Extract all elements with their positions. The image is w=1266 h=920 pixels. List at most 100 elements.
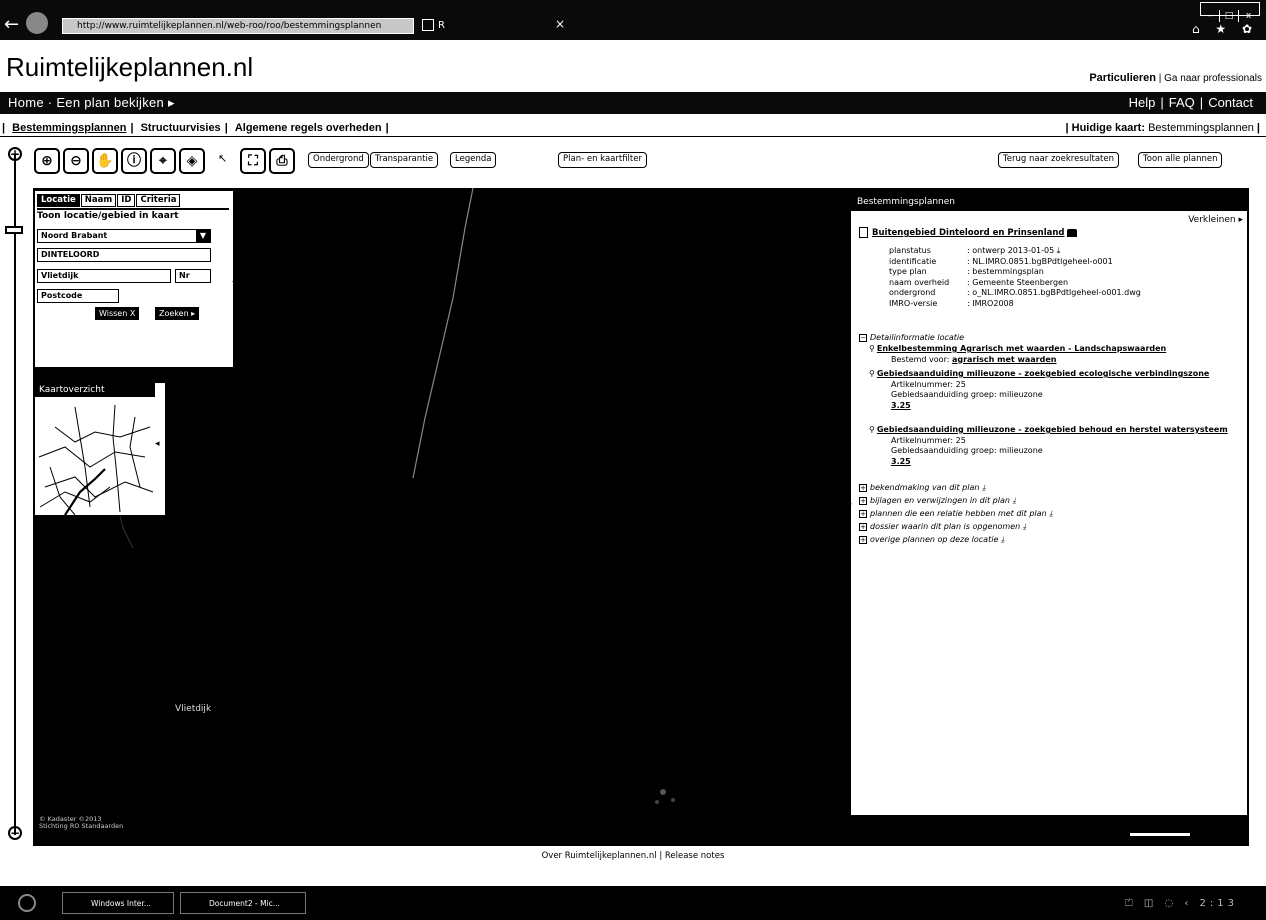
province-select[interactable]: Noord Brabant ▼ <box>37 229 211 243</box>
show-all-plans-button[interactable]: Toon alle plannen <box>1138 152 1223 168</box>
faq-link[interactable]: FAQ <box>1164 95 1200 110</box>
list-item[interactable]: + plannen die een relatie hebben met dit … <box>859 507 1053 520</box>
overview-map[interactable]: Kaartoverzicht ◂ <box>34 382 166 516</box>
zoom-slider-handle[interactable] <box>5 226 23 234</box>
tab-structuurvisies[interactable]: Structuurvisies <box>137 122 225 134</box>
prop-key: IMRO-versie <box>889 298 938 308</box>
section-link[interactable]: 3.25 <box>891 401 911 410</box>
list-item[interactable]: + bekendmaking van dit plan ⤓ <box>859 481 1053 494</box>
pan-hand-icon[interactable]: ✋ <box>92 148 118 174</box>
address-bar[interactable]: http://www.ruimtelijkeplannen.nl/web-roo… <box>62 18 414 34</box>
prop-row: IMRO-versie : IMRO2008 <box>889 299 1141 310</box>
plan-title[interactable]: Buitengebied Dinteloord en Prinsenland <box>872 228 1064 238</box>
zoom-in-icon[interactable]: ⊕ <box>34 148 60 174</box>
prop-row: ondergrond: o_NL.IMRO.0851.bgBPdtlgeheel… <box>889 288 1141 299</box>
measure-icon[interactable]: ⌖ <box>150 148 176 174</box>
search-tabs: Locatie Naam ID Criteria <box>37 194 181 207</box>
tab-criteria[interactable]: Criteria <box>136 194 181 207</box>
maximize-icon[interactable]: □ <box>1220 10 1239 22</box>
page-footer[interactable]: Over Ruimtelijkeplannen.nl | Release not… <box>0 851 1266 861</box>
prop-row: naam overheid: Gemeente Steenbergen <box>889 278 1141 289</box>
list-item-label[interactable]: plannen die een relatie hebben met dit p… <box>870 509 1053 518</box>
postcode-input[interactable]: Postcode <box>37 289 119 303</box>
transparantie-button[interactable]: Transparantie <box>370 152 439 168</box>
collapse-arrow-icon[interactable]: ◂ <box>232 277 237 287</box>
zoom-out-icon[interactable]: ⊖ <box>63 148 89 174</box>
minimize-icon[interactable]: – <box>1201 10 1220 22</box>
list-item[interactable]: + dossier waarin dit plan is opgenomen ⤓ <box>859 520 1053 533</box>
expand-icon[interactable]: + <box>859 484 867 492</box>
prop-row: type plan: bestemmingsplan <box>889 267 1141 278</box>
search-button[interactable]: Zoeken ▸ <box>155 307 200 320</box>
prop-key: naam overheid <box>889 277 950 287</box>
breadcrumb[interactable]: Home · Een plan bekijken ▸ <box>8 92 175 114</box>
tab-naam[interactable]: Naam <box>80 194 117 207</box>
close-window-icon[interactable]: x <box>1239 10 1258 22</box>
clear-button[interactable]: Wissen X <box>95 307 140 320</box>
list-item[interactable]: + bijlagen en verwijzingen in dit plan ⤓ <box>859 494 1053 507</box>
system-tray[interactable]: ⏍ ◫ ◌ ‹ 2:13 <box>1125 898 1238 909</box>
cursor-icon[interactable]: ↖ <box>218 152 227 165</box>
section-line: Artikelnummer: 25 <box>891 379 966 389</box>
map-place-label: Vlietdijk <box>175 704 212 714</box>
collapse-icon[interactable]: − <box>859 334 867 342</box>
list-item-label[interactable]: dossier waarin dit plan is opgenomen ⤓ <box>870 522 1026 531</box>
overview-collapse-icon[interactable]: ◂ <box>155 439 160 449</box>
zoom-minus-icon[interactable]: − <box>8 826 22 840</box>
plan-kaartfilter-button[interactable]: Plan- en kaartfilter <box>558 152 647 168</box>
section-title[interactable]: Gebiedsaanduiding milieuzone - zoekgebie… <box>877 369 1209 378</box>
shrink-panel-link[interactable]: Verkleinen ▸ <box>1188 215 1243 225</box>
section-title[interactable]: Enkelbestemming Agrarisch met waarden - … <box>877 344 1166 353</box>
browser-tab[interactable]: R <box>418 18 568 34</box>
browser-toolbar: ← http://www.ruimtelijkeplannen.nl/web-r… <box>0 0 1266 40</box>
fullscreen-icon[interactable]: ⛶ <box>240 148 266 174</box>
section-enkelbestemming: ⚲ Enkelbestemming Agrarisch met waarden -… <box>869 344 1166 365</box>
number-input[interactable]: Nr <box>175 269 211 283</box>
site-title[interactable]: Ruimtelijkeplannen.nl <box>6 52 253 83</box>
street-input[interactable]: Vlietdijk <box>37 269 171 283</box>
list-item-label[interactable]: bekendmaking van dit plan ⤓ <box>870 483 986 492</box>
tab-locatie[interactable]: Locatie <box>37 194 80 207</box>
tab-id[interactable]: ID <box>117 194 136 207</box>
zoom-slider-track[interactable] <box>14 155 16 835</box>
expand-icon[interactable]: + <box>859 536 867 544</box>
taskbar-item-word[interactable]: Document2 - Mic... <box>180 892 306 914</box>
legenda-button[interactable]: Legenda <box>450 152 497 168</box>
tab-close-icon[interactable]: × <box>555 17 565 31</box>
plan-title-link[interactable]: Buitengebied Dinteloord en Prinsenland <box>859 227 1078 238</box>
tab-bestemmingsplannen[interactable]: Bestemmingsplannen <box>8 122 130 134</box>
list-item[interactable]: + overige plannen op deze locatie ⤓ <box>859 533 1053 546</box>
section-gebiedsaanduiding-2: ⚲ Gebiedsaanduiding milieuzone - zoekgebi… <box>869 425 1228 467</box>
info-icon[interactable]: ⓘ <box>121 148 147 174</box>
taskbar-item-ie[interactable]: Windows Inter... <box>62 892 174 914</box>
list-item-label[interactable]: bijlagen en verwijzingen in dit plan ⤓ <box>870 496 1016 505</box>
back-to-results-button[interactable]: Terug naar zoekresultaten <box>998 152 1119 168</box>
place-input[interactable]: DINTELOORD <box>37 248 211 262</box>
expand-icon[interactable]: + <box>859 497 867 505</box>
expand-icon[interactable]: + <box>859 523 867 531</box>
info-collapse-icon[interactable]: ▸ <box>848 499 852 508</box>
ondergrond-button[interactable]: Ondergrond <box>308 152 369 168</box>
detail-section-toggle[interactable]: − Detailinformatie locatie <box>859 333 964 342</box>
zoom-plus-icon[interactable]: + <box>8 147 22 161</box>
tab-algemene-regels[interactable]: Algemene regels overheden <box>231 122 386 134</box>
expand-icon[interactable]: + <box>859 510 867 518</box>
home-favorites-settings-icons[interactable]: ⌂ ★ ✿ <box>1192 22 1258 36</box>
browser-logo-icon <box>26 12 48 34</box>
help-link[interactable]: Help <box>1124 95 1161 110</box>
current-map-value: Bestemmingsplannen <box>1148 122 1254 134</box>
section-link[interactable]: agrarisch met waarden <box>952 355 1057 364</box>
prop-value: : IMRO2008 <box>967 298 1014 308</box>
start-button-icon[interactable] <box>18 894 36 912</box>
section-link[interactable]: 3.25 <box>891 457 911 466</box>
dropdown-arrow-icon[interactable]: ▼ <box>196 230 210 242</box>
back-arrow-icon[interactable]: ← <box>4 16 22 34</box>
locate-icon[interactable]: ◈ <box>179 148 205 174</box>
professionals-link[interactable]: Ga naar professionals <box>1164 73 1262 84</box>
list-item-label[interactable]: overige plannen op deze locatie ⤓ <box>870 535 1004 544</box>
section-line: Gebiedsaanduiding groep: milieuzone <box>891 446 1043 455</box>
print-icon[interactable]: ⎙ <box>269 148 295 174</box>
user-separator: | <box>1158 73 1162 84</box>
contact-link[interactable]: Contact <box>1203 95 1258 110</box>
section-title[interactable]: Gebiedsaanduiding milieuzone - zoekgebie… <box>877 425 1228 434</box>
